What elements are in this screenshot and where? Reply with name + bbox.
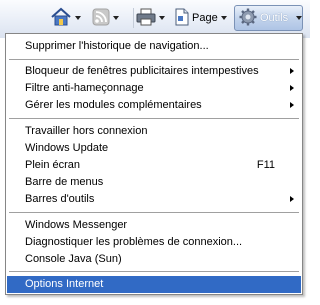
feeds-icon [92, 8, 110, 29]
menu-item-label: Options Internet [25, 278, 104, 290]
print-icon [136, 8, 156, 29]
menu-item-toolbars[interactable]: Barres d'outils [7, 191, 301, 208]
menu-item-shortcut: F11 [256, 159, 275, 171]
menu-item-popup-blocker[interactable]: Bloqueur de fenêtres publicitaires intem… [7, 63, 301, 80]
menu-item-work-offline[interactable]: Travailler hors connexion [7, 123, 301, 140]
menu-item-label: Console Java (Sun) [25, 253, 122, 265]
menu-item-menu-bar[interactable]: Barre de menus [7, 174, 301, 191]
chevron-down-icon [296, 16, 303, 20]
chevron-down-icon [220, 16, 227, 20]
menu-separator [9, 59, 299, 60]
menu-item-delete-history[interactable]: Supprimer l'historique de navigation... [7, 38, 301, 55]
toolbar-divider [133, 8, 134, 28]
gear-icon [239, 8, 257, 29]
print-button[interactable] [136, 6, 174, 30]
menu-item-label: Windows Messenger [25, 219, 128, 231]
menu-item-internet-options[interactable]: Options Internet [7, 276, 301, 293]
feeds-button[interactable] [92, 6, 132, 30]
menu-item-label: Travailler hors connexion [25, 125, 148, 137]
menu-item-windows-messenger[interactable]: Windows Messenger [7, 217, 301, 234]
page-menu-button[interactable]: Page [175, 6, 232, 30]
home-button[interactable] [50, 6, 88, 30]
menu-item-label: Bloqueur de fenêtres publicitaires intem… [25, 65, 259, 77]
menu-item-label: Supprimer l'historique de navigation... [25, 40, 209, 52]
tools-menu-label: Outils [260, 12, 289, 24]
menu-item-label: Diagnostiquer les problèmes de connexion… [25, 236, 243, 248]
chevron-down-icon[interactable] [113, 16, 119, 20]
chevron-down-icon[interactable] [159, 16, 165, 20]
menu-item-label: Filtre anti-hameçonnage [25, 82, 144, 94]
menu-item-diagnose-connection[interactable]: Diagnostiquer les problèmes de connexion… [7, 234, 301, 251]
tools-dropdown-menu: Supprimer l'historique de navigation... … [5, 33, 303, 295]
menu-item-full-screen[interactable]: Plein écran F11 [7, 157, 301, 174]
home-icon [50, 7, 72, 30]
page-icon [175, 8, 189, 29]
page-menu-label: Page [192, 12, 218, 24]
menu-item-java-console[interactable]: Console Java (Sun) [7, 251, 301, 268]
menu-item-manage-addons[interactable]: Gérer les modules complémentaires [7, 97, 301, 114]
submenu-arrow-icon [290, 68, 294, 74]
menu-item-windows-update[interactable]: Windows Update [7, 140, 301, 157]
menu-item-phishing-filter[interactable]: Filtre anti-hameçonnage [7, 80, 301, 97]
menu-item-label: Gérer les modules complémentaires [25, 99, 202, 111]
submenu-arrow-icon [290, 196, 294, 202]
chevron-down-icon[interactable] [75, 16, 81, 20]
menu-item-label: Plein écran [25, 159, 81, 171]
submenu-arrow-icon [290, 102, 294, 108]
menu-item-label: Barres d'outils [25, 193, 95, 205]
menu-separator [9, 212, 299, 213]
menu-item-label: Barre de menus [25, 176, 104, 188]
menu-item-label: Windows Update [25, 142, 109, 154]
menu-separator [9, 118, 299, 119]
tools-menu-button[interactable]: Outils [234, 5, 303, 31]
menu-separator [9, 271, 299, 272]
submenu-arrow-icon [290, 85, 294, 91]
